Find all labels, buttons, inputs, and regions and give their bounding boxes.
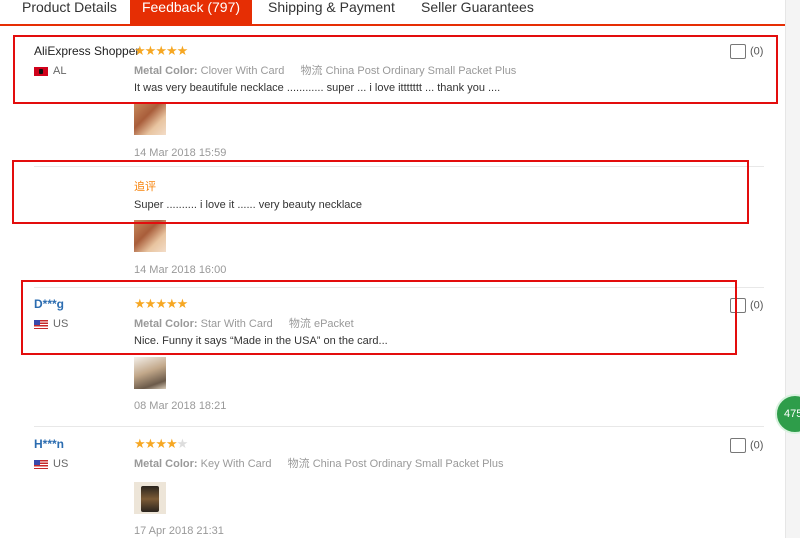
country-code: US (53, 458, 69, 470)
reviewer-country: US (34, 458, 68, 470)
followup-date: 14 Mar 2018 16:00 (134, 264, 227, 276)
followup-photo[interactable] (134, 220, 166, 252)
review-photo[interactable] (134, 357, 166, 389)
metal-color-label: Metal Color: (134, 458, 198, 470)
review-date: 14 Mar 2018 15:59 (134, 147, 227, 159)
star-icon: ★ (165, 436, 178, 451)
like-count: (0) (750, 439, 764, 452)
review-photo[interactable] (134, 482, 166, 514)
like-count: (0) (750, 299, 764, 312)
review-date: 08 Mar 2018 18:21 (134, 400, 227, 412)
star-empty-icon: ★ (176, 436, 189, 451)
helpful-button[interactable]: (0) (730, 438, 763, 453)
review-date: 17 Apr 2018 21:31 (134, 525, 224, 537)
rating-stars: ★★★★★ (134, 436, 189, 452)
reviewer-name[interactable]: H***n (34, 437, 64, 451)
highlight-box (12, 160, 749, 224)
us-flag-icon (34, 459, 48, 469)
star-icon: ★ (155, 436, 167, 451)
star-icon: ★ (134, 436, 146, 451)
highlight-box (21, 280, 737, 355)
tab-feedback[interactable]: Feedback (797) (130, 0, 252, 24)
tab-product-details[interactable]: Product Details (22, 0, 122, 22)
scrollbar[interactable] (785, 0, 800, 538)
review-photo[interactable] (134, 103, 166, 135)
floating-badge[interactable]: 475 (775, 394, 800, 434)
feedback-tabs: Product Details Feedback (797) Shipping … (0, 0, 800, 26)
metal-color-value: Key With Card (200, 458, 272, 470)
highlight-box (13, 35, 778, 104)
logistics-label: 物流 (287, 458, 310, 470)
tab-shipping-payment[interactable]: Shipping & Payment (268, 0, 398, 22)
star-icon: ★ (144, 436, 157, 451)
divider (34, 426, 764, 427)
logistics-value: China Post Ordinary Small Packet Plus (312, 458, 504, 470)
tab-seller-guarantees[interactable]: Seller Guarantees (421, 0, 541, 22)
thumbs-up-icon (730, 438, 746, 453)
order-info: Metal Color: Key With Card 物流 China Post… (134, 455, 503, 471)
